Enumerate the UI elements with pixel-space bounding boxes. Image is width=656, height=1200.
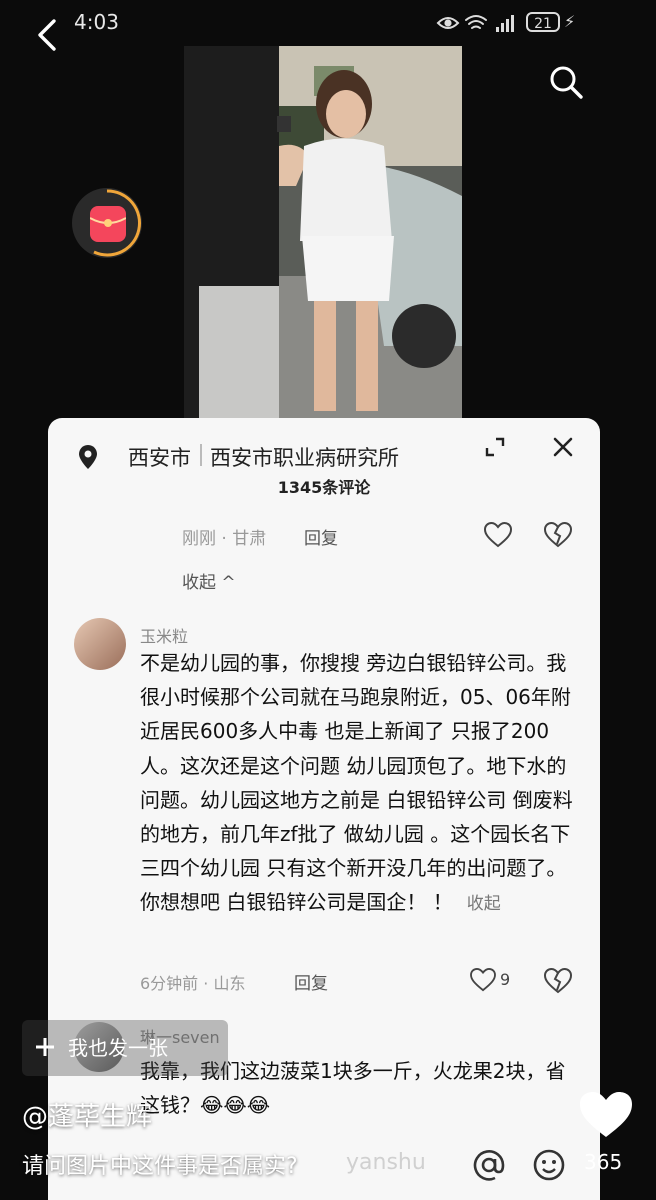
at-icon[interactable] bbox=[472, 1148, 506, 1182]
red-packet-icon bbox=[89, 206, 127, 242]
signal-icon bbox=[496, 15, 514, 32]
reply-meta: 刚刚 · 甘肃 bbox=[182, 529, 267, 549]
search-icon[interactable] bbox=[548, 64, 584, 100]
comment-collapse-link[interactable]: 收起 bbox=[467, 894, 501, 914]
eye-icon bbox=[436, 17, 460, 29]
location-place[interactable]: 西安市职业病研究所 bbox=[210, 442, 399, 472]
reply-region: 甘肃 bbox=[232, 529, 267, 549]
expand-icon[interactable] bbox=[484, 436, 506, 458]
battery-icon: 21 bbox=[526, 12, 560, 32]
author-name[interactable]: @蓬荜生辉 bbox=[22, 1096, 152, 1133]
emoji-icon[interactable] bbox=[532, 1148, 566, 1182]
comments-panel: 西安市 西安市职业病研究所 1345条评论 刚刚 · 甘肃 回复 收起 ^ 玉米… bbox=[48, 418, 600, 1200]
post-caption: 请问图片中这件事是否属实? bbox=[22, 1154, 298, 1179]
heart-icon[interactable] bbox=[470, 968, 496, 992]
broken-heart-icon[interactable] bbox=[544, 522, 572, 548]
comment-username[interactable]: 玉米粒 bbox=[140, 623, 188, 647]
comment-count: 1345条评论 bbox=[277, 478, 371, 497]
comment-time: 6分钟前 bbox=[140, 974, 199, 993]
reply-button[interactable]: 回复 bbox=[294, 969, 328, 994]
reply-button[interactable]: 回复 bbox=[304, 524, 338, 549]
video-frame[interactable] bbox=[184, 46, 462, 426]
avatar[interactable] bbox=[74, 618, 126, 670]
comment-region: 山东 bbox=[213, 974, 246, 993]
collapse-replies-link[interactable]: 收起 ^ bbox=[182, 568, 236, 593]
location-icon bbox=[79, 445, 97, 469]
charge-icon: ⚡ bbox=[564, 12, 576, 31]
location-city[interactable]: 西安市 bbox=[128, 442, 191, 472]
reply-time: 刚刚 bbox=[182, 529, 216, 549]
comment-body: 不是幼儿园的事，你搜搜 旁边白银铅锌公司。我很小时候那个公司就在马跑泉附近，05… bbox=[140, 651, 573, 915]
plus-icon bbox=[36, 1038, 54, 1056]
location-divider bbox=[200, 444, 202, 466]
back-icon[interactable] bbox=[34, 18, 60, 52]
like-count: 365 bbox=[584, 1150, 623, 1174]
watermark: yanshu bbox=[346, 1150, 426, 1175]
wifi-icon bbox=[465, 15, 487, 29]
like-count: 9 bbox=[500, 970, 511, 989]
like-heart-icon[interactable] bbox=[578, 1090, 634, 1140]
close-icon[interactable] bbox=[552, 436, 574, 458]
comment-meta: 6分钟前 · 山东 bbox=[140, 974, 246, 993]
comment-emoji: 😂😂😂 bbox=[200, 1093, 271, 1117]
heart-icon[interactable] bbox=[484, 522, 512, 548]
comment-text: 不是幼儿园的事，你搜搜 旁边白银铅锌公司。我很小时候那个公司就在马跑泉附近，05… bbox=[140, 646, 580, 922]
broken-heart-icon[interactable] bbox=[544, 968, 572, 994]
status-time: 4:03 bbox=[74, 10, 119, 34]
